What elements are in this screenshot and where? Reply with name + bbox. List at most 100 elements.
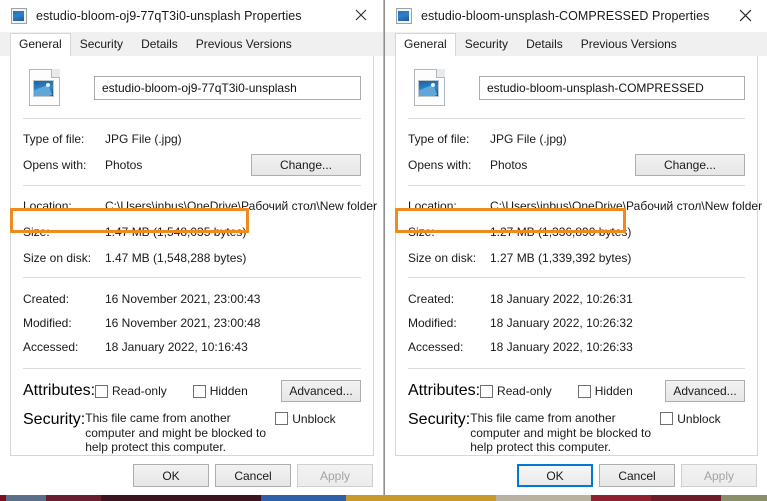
file-type-group: Type of file: JPG File (.jpg) Opens with… [22,119,362,185]
advanced-button[interactable]: Advanced... [281,380,361,402]
tab-security[interactable]: Security [70,33,133,56]
footer-original: OK Cancel Apply [0,455,383,496]
security-message: This file came from another computer and… [470,411,652,454]
location-row: Location: C:\Users\inbus\OneDrive\Рабочи… [408,195,762,216]
hidden-checkbox-group[interactable]: Hidden [577,384,659,398]
filename-input[interactable]: estudio-bloom-unsplash-COMPRESSED [479,75,745,100]
size-value: 1.47 MB (1,548,035 bytes) [105,224,247,239]
unblock-checkbox[interactable] [275,412,289,425]
general-panel-original: estudio-bloom-oj9-77qT3i0-unsplash Type … [10,56,377,456]
readonly-checkbox-group[interactable]: Read-only [95,384,193,398]
tab-details[interactable]: Details [517,33,572,56]
tab-strip-original: General Security Details Previous Versio… [0,32,383,56]
attributes-label: Attributes: [23,382,96,399]
security-label: Security: [408,411,471,428]
change-button[interactable]: Change... [251,154,361,176]
hidden-checkbox[interactable] [192,384,206,398]
advanced-button[interactable]: Advanced... [665,380,745,402]
size-on-disk-value: 1.27 MB (1,339,392 bytes) [490,250,632,265]
type-of-file-label: Type of file: [23,131,85,146]
modified-row: Modified: 18 January 2022, 10:26:32 [408,311,745,335]
close-icon[interactable] [339,0,383,30]
accessed-row: Accessed: 18 January 2022, 10:16:43 [23,335,361,359]
location-value: C:\Users\inbus\OneDrive\Рабочий стол\New… [105,198,378,213]
unblock-label: Unblock [292,412,336,426]
readonly-checkbox-group[interactable]: Read-only [480,384,578,398]
properties-window-original: estudio-bloom-oj9-77qT3i0-unsplash Prope… [0,0,384,496]
size-on-disk-value: 1.47 MB (1,548,288 bytes) [105,250,247,265]
security-message: This file came from another computer and… [85,411,267,454]
hidden-label: Hidden [594,384,633,398]
created-row: Created: 18 January 2022, 10:26:31 [408,287,745,311]
apply-button: Apply [297,464,373,487]
created-label: Created: [408,292,455,306]
accessed-label: Accessed: [408,340,464,354]
location-label: Location: [408,198,457,213]
accessed-value: 18 January 2022, 10:16:43 [105,340,248,354]
type-of-file-row: Type of file: JPG File (.jpg) [23,128,361,149]
attributes-row: Attributes: Read-only Hidden Advanced... [408,379,745,403]
change-button[interactable]: Change... [635,154,745,176]
attributes-group: Attributes: Read-only Hidden Advanced...… [407,369,746,455]
titlebar-compressed: estudio-bloom-unsplash-COMPRESSED Proper… [385,0,767,32]
ok-button[interactable]: OK [133,464,209,487]
file-type-group: Type of file: JPG File (.jpg) Opens with… [407,119,746,185]
size-on-disk-row: Size on disk: 1.27 MB (1,339,392 bytes) [408,247,745,268]
accessed-label: Accessed: [23,340,79,354]
size-on-disk-row: Size on disk: 1.47 MB (1,548,288 bytes) [23,247,361,268]
close-icon[interactable] [723,0,767,30]
hidden-checkbox-group[interactable]: Hidden [192,384,274,398]
size-on-disk-label: Size on disk: [408,250,477,265]
location-size-group: Location: C:\Users\inbus\OneDrive\Рабочи… [10,186,377,277]
readonly-label: Read-only [497,384,552,398]
modified-label: Modified: [408,316,457,330]
type-of-file-label: Type of file: [408,131,470,146]
location-size-group: Location: C:\Users\inbus\OneDrive\Рабочи… [395,186,762,277]
size-label: Size: [23,224,50,239]
security-label: Security: [23,411,86,428]
tab-previous-versions[interactable]: Previous Versions [186,33,301,56]
accessed-value: 18 January 2022, 10:26:33 [490,340,633,354]
created-value: 18 January 2022, 10:26:31 [490,292,633,306]
created-value: 16 November 2021, 23:00:43 [105,292,261,306]
properties-window-compressed: estudio-bloom-unsplash-COMPRESSED Proper… [384,0,767,496]
cancel-button[interactable]: Cancel [599,464,675,487]
tab-previous-versions[interactable]: Previous Versions [571,33,686,56]
modified-value: 16 November 2021, 23:00:48 [105,316,261,330]
window-title: estudio-bloom-unsplash-COMPRESSED Proper… [421,9,710,23]
tab-strip-compressed: General Security Details Previous Versio… [385,32,767,56]
opens-with-label: Opens with: [408,158,472,172]
tab-general[interactable]: General [10,33,71,56]
readonly-checkbox[interactable] [95,384,109,398]
security-row: Security: This file came from another co… [23,403,361,455]
ok-button[interactable]: OK [517,464,593,487]
image-file-icon [396,8,412,24]
apply-button: Apply [681,464,757,487]
unblock-checkbox-group[interactable]: Unblock [660,411,721,426]
readonly-checkbox[interactable] [480,384,494,398]
tab-details[interactable]: Details [132,33,187,56]
footer-compressed: OK Cancel Apply [385,455,767,496]
cancel-button[interactable]: Cancel [215,464,291,487]
accessed-row: Accessed: 18 January 2022, 10:26:33 [408,335,745,359]
file-name-row: estudio-bloom-oj9-77qT3i0-unsplash [22,56,362,118]
created-row: Created: 16 November 2021, 23:00:43 [23,287,361,311]
location-value: C:\Users\inbus\OneDrive\Рабочий стол\New… [490,198,763,213]
desktop-screen: estudio-bloom-oj9-77qT3i0-unsplash Prope… [0,0,767,501]
timestamps-group: Created: 18 January 2022, 10:26:31 Modif… [407,278,746,368]
image-file-icon [11,8,27,24]
opens-with-label: Opens with: [23,158,87,172]
size-on-disk-label: Size on disk: [23,250,92,265]
tab-general[interactable]: General [395,33,456,56]
jpg-image-file-icon [29,69,60,106]
readonly-label: Read-only [112,384,167,398]
unblock-checkbox-group[interactable]: Unblock [275,411,336,426]
unblock-checkbox[interactable] [660,412,674,425]
jpg-image-file-icon [414,69,445,106]
location-label: Location: [23,198,72,213]
hidden-checkbox[interactable] [577,384,591,398]
filename-input[interactable]: estudio-bloom-oj9-77qT3i0-unsplash [94,75,361,100]
tab-security[interactable]: Security [455,33,518,56]
created-label: Created: [23,292,70,306]
attributes-label: Attributes: [408,382,481,399]
